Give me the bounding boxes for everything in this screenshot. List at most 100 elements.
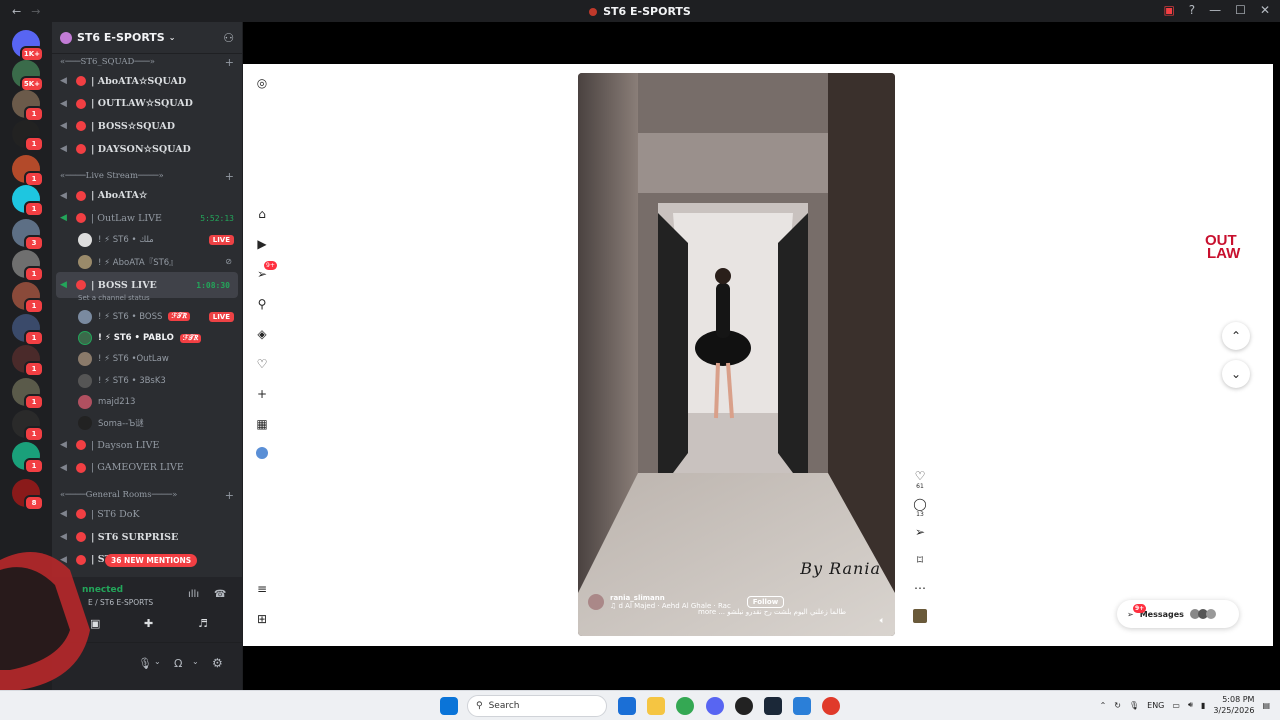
voice-user[interactable]: ! ⚡ ST6 • BOSS ℱ𝒯𝑅 LIVE xyxy=(52,306,242,327)
channel-status[interactable]: Set a channel status xyxy=(52,294,242,306)
settings-gear-icon[interactable]: ⚙ xyxy=(212,656,223,670)
maximize-button[interactable]: ☐ xyxy=(1235,3,1246,17)
author-avatar[interactable] xyxy=(588,594,604,610)
server-icon[interactable]: 1 xyxy=(12,345,44,377)
server-icon[interactable]: 3 xyxy=(12,219,44,251)
volume-icon[interactable]: 🔊︎ xyxy=(1188,700,1193,710)
file-explorer-icon[interactable] xyxy=(647,697,665,715)
chrome-icon[interactable] xyxy=(676,697,694,715)
server-icon[interactable]: 5K+ xyxy=(12,60,44,92)
explore-icon[interactable]: ◈ xyxy=(255,327,269,341)
dashboard-icon[interactable]: ▦ xyxy=(255,417,269,431)
reels-icon[interactable]: ▶ xyxy=(255,237,269,251)
voice-channel[interactable]: ◀ | GAMEOVER LIVE xyxy=(52,457,242,480)
language-indicator[interactable]: ENG xyxy=(1147,701,1164,710)
clock[interactable]: 5:08 PM 3/25/2026 xyxy=(1213,694,1254,716)
store-icon[interactable] xyxy=(618,697,636,715)
back-arrow-icon[interactable]: ← xyxy=(12,5,21,18)
audio-thumbnail[interactable] xyxy=(910,609,930,623)
mute-icon[interactable]: 🔈︎ xyxy=(880,616,885,626)
steam-icon[interactable] xyxy=(764,697,782,715)
voice-user[interactable]: ! ⚡ ST6 • 3BsK3 xyxy=(52,370,242,391)
camera-icon[interactable]: ▣ xyxy=(90,617,100,630)
new-mentions-pill[interactable]: 36 NEW MENTIONS xyxy=(105,554,198,567)
soundboard-icon[interactable]: ♬ xyxy=(198,617,208,630)
app-icon[interactable] xyxy=(822,697,840,715)
close-button[interactable]: ✕ xyxy=(1260,3,1270,17)
like-icon[interactable]: ♡ xyxy=(910,469,930,483)
start-menu-icon[interactable] xyxy=(440,697,458,715)
server-icon[interactable]: 1 xyxy=(12,250,44,282)
voice-channel[interactable]: ◀ | ST6 DoK xyxy=(52,503,242,526)
apps-icon[interactable]: ⊞ xyxy=(255,612,269,626)
chevron-up-icon[interactable]: ⌃ xyxy=(1100,701,1107,710)
notifications-icon[interactable]: ▤ xyxy=(1262,701,1270,710)
category-squad[interactable]: «───ST6_SQUAD───» + xyxy=(52,54,242,70)
messages-icon[interactable]: ➢ 9+ xyxy=(255,261,277,281)
server-header[interactable]: ST6 E-SPORTS ⌄ ⚇ xyxy=(52,22,242,54)
search-icon[interactable]: ⚲ xyxy=(255,297,269,311)
voice-location[interactable]: E / ST6 E-SPORTS xyxy=(88,598,153,607)
minimize-button[interactable]: — xyxy=(1209,3,1221,17)
home-icon[interactable]: ⌂ xyxy=(255,207,269,221)
instagram-logo-icon[interactable]: ◎ xyxy=(255,76,269,90)
follow-button[interactable]: Follow xyxy=(746,596,785,608)
category-general[interactable]: «────General Rooms────» + xyxy=(52,487,242,503)
server-icon[interactable]: 1 xyxy=(12,314,44,346)
help-icon[interactable]: ? xyxy=(1189,3,1195,17)
add-channel-icon[interactable]: + xyxy=(225,489,234,502)
microphone-icon[interactable]: 🎙︎ xyxy=(138,657,152,670)
more-options-icon[interactable]: ⋯ xyxy=(910,581,930,595)
chevron-down-icon[interactable]: ⌄ xyxy=(154,657,161,666)
voice-channel[interactable]: ◀ | OutLaw LIVE 5:52:13 xyxy=(52,207,242,230)
comment-icon[interactable]: ◯ xyxy=(910,497,930,511)
voice-user[interactable]: Soma--Ъ谜 xyxy=(52,413,242,434)
voice-user[interactable]: majd213 xyxy=(52,391,242,412)
profile-avatar[interactable] xyxy=(255,447,269,461)
microphone-icon[interactable]: 🎙︎ xyxy=(1129,701,1139,710)
add-member-icon[interactable]: ⚇ xyxy=(223,31,234,45)
reel-video[interactable]: By Rania rania_slimann ♫ d Al Majed · Ae… xyxy=(578,73,895,636)
next-reel-button[interactable]: ⌄ xyxy=(1222,360,1250,388)
menu-icon[interactable]: ≡ xyxy=(255,582,269,596)
messages-button[interactable]: ➢ 9+ Messages xyxy=(1117,600,1239,628)
app-icon[interactable] xyxy=(793,697,811,715)
discord-home-icon[interactable]: 1K+ xyxy=(12,30,44,62)
server-icon[interactable]: 1 xyxy=(12,282,44,314)
add-channel-icon[interactable]: + xyxy=(225,56,234,69)
server-icon[interactable]: 1 xyxy=(12,120,44,152)
voice-channel[interactable]: ◀ | AboATA☆ xyxy=(52,184,242,207)
forward-arrow-icon[interactable]: → xyxy=(31,5,40,18)
voice-channel[interactable]: ◀ | DAYSON☆SQUAD xyxy=(52,138,242,161)
heart-icon[interactable]: ♡ xyxy=(255,357,269,371)
voice-channel[interactable]: ◀ | AboATA☆SQUAD xyxy=(52,70,242,93)
server-icon[interactable]: 1 xyxy=(12,155,44,187)
server-icon[interactable]: 1 xyxy=(12,442,44,474)
create-icon[interactable]: + xyxy=(255,387,269,401)
battery-icon[interactable]: ▮ xyxy=(1201,701,1205,710)
reel-caption[interactable]: more ... طالما زعلني اليوم بلشت رح نقدرو… xyxy=(698,608,846,616)
network-icon[interactable]: ▭ xyxy=(1172,701,1180,710)
voice-channel[interactable]: ◀ | Dayson LIVE xyxy=(52,434,242,457)
voice-user[interactable]: ! ⚡ AboATA『ST6』 ⊘ xyxy=(52,251,242,272)
author-username[interactable]: rania_slimann xyxy=(610,594,731,602)
headphones-icon[interactable]: Ω xyxy=(174,657,182,670)
category-live[interactable]: «────Live Stream────» + xyxy=(52,168,242,184)
server-icon[interactable]: 1 xyxy=(12,90,44,122)
bookmark-icon[interactable]: ⌑ xyxy=(910,553,930,567)
obs-icon[interactable] xyxy=(735,697,753,715)
noise-suppression-icon[interactable]: ıllı xyxy=(188,589,199,600)
share-icon[interactable]: ➢ xyxy=(910,525,930,539)
activities-icon[interactable]: ✚ xyxy=(144,617,153,630)
voice-user[interactable]: ! ⚡ ST6 • PABLO ℱ𝒯𝑅 xyxy=(52,327,242,348)
voice-user[interactable]: ! ⚡ ST6 • ملك LIVE xyxy=(52,230,242,251)
inbox-icon[interactable]: ▣ xyxy=(1163,3,1174,17)
voice-channel[interactable]: ◀ | BOSS☆SQUAD xyxy=(52,115,242,138)
voice-channel[interactable]: ◀ | ST6 SURPRISE xyxy=(52,526,242,549)
previous-reel-button[interactable]: ⌃ xyxy=(1222,322,1250,350)
disconnect-icon[interactable]: ☎ xyxy=(214,589,226,600)
voice-channel[interactable]: ◀ | OUTLAW☆SQUAD xyxy=(52,93,242,116)
add-channel-icon[interactable]: + xyxy=(225,170,234,183)
voice-user[interactable]: ! ⚡ ST6 •OutLaw xyxy=(52,349,242,370)
server-icon[interactable]: 1 xyxy=(12,410,44,442)
